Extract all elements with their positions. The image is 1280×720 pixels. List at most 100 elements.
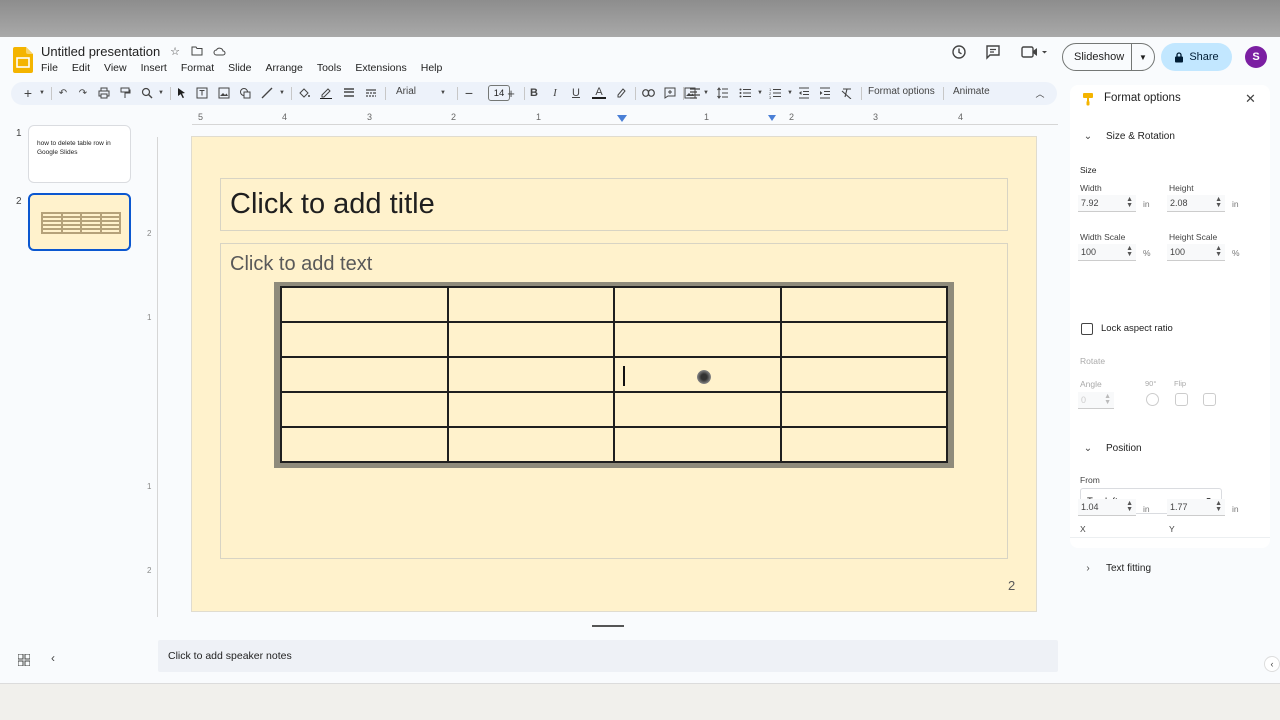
spin-arrows-icon[interactable]: ▲ ▼: [1215, 245, 1222, 258]
slide-thumbnail-1[interactable]: how to delete table row in Google Slides: [28, 125, 131, 183]
y-position-input[interactable]: 1.77 ▲ ▼: [1167, 499, 1225, 516]
table-cell[interactable]: [614, 322, 781, 357]
highlight-color-icon[interactable]: [614, 86, 628, 100]
table-selection-frame[interactable]: [274, 282, 954, 468]
table-cell[interactable]: [780, 322, 947, 357]
numbered-list-icon[interactable]: 123: [768, 86, 782, 100]
table-cell[interactable]: [780, 392, 947, 427]
speaker-notes[interactable]: Click to add speaker notes: [158, 640, 1058, 672]
right-margin-marker-icon[interactable]: [768, 115, 776, 121]
align-dropdown-icon[interactable]: ▼: [699, 86, 713, 100]
menu-extensions[interactable]: Extensions: [348, 61, 413, 75]
size-rotation-section-header[interactable]: ⌄ Size & Rotation: [1082, 131, 1175, 142]
table-cell-active[interactable]: [614, 357, 781, 392]
line-spacing-icon[interactable]: [716, 86, 730, 100]
line-dropdown-icon[interactable]: ▼: [275, 86, 289, 100]
insert-comment-icon[interactable]: [663, 86, 677, 100]
spin-arrows-icon[interactable]: ▲ ▼: [1126, 196, 1133, 209]
width-input[interactable]: 7.92 ▲ ▼: [1078, 195, 1136, 212]
menu-tools[interactable]: Tools: [310, 61, 349, 75]
table-cell[interactable]: [447, 322, 614, 357]
slide-thumbnail-2[interactable]: [28, 193, 131, 251]
collapse-toolbar-icon[interactable]: ︿: [1033, 86, 1047, 100]
border-color-icon[interactable]: [319, 86, 333, 100]
table-cell[interactable]: [447, 287, 614, 322]
new-slide-layout-dropdown-icon[interactable]: ▼: [35, 86, 49, 100]
grid-view-icon[interactable]: [18, 654, 30, 666]
border-weight-icon[interactable]: [342, 86, 356, 100]
star-icon[interactable]: ☆: [168, 44, 182, 58]
undo-icon[interactable]: ↶: [56, 86, 70, 100]
table-cell[interactable]: [614, 392, 781, 427]
rotate-icon[interactable]: [1146, 393, 1159, 406]
menu-help[interactable]: Help: [414, 61, 450, 75]
decrease-indent-icon[interactable]: [797, 86, 811, 100]
table-cell[interactable]: [447, 392, 614, 427]
table-cell[interactable]: [780, 287, 947, 322]
table-cell[interactable]: [281, 357, 448, 392]
table-cell[interactable]: [447, 357, 614, 392]
table-cell[interactable]: [281, 392, 448, 427]
paint-format-icon[interactable]: [118, 86, 132, 100]
animate-button[interactable]: Animate: [953, 86, 990, 97]
decrease-font-size-icon[interactable]: −: [462, 85, 476, 101]
select-cursor-icon[interactable]: [174, 86, 188, 100]
meet-call-icon[interactable]: [1020, 43, 1050, 61]
cloud-status-icon[interactable]: [212, 44, 226, 58]
border-dash-icon[interactable]: [364, 86, 378, 100]
increase-indent-icon[interactable]: [818, 86, 832, 100]
fill-color-icon[interactable]: [297, 86, 311, 100]
version-history-icon[interactable]: [950, 43, 968, 61]
menu-slide[interactable]: Slide: [221, 61, 258, 75]
shape-icon[interactable]: [238, 86, 252, 100]
document-title[interactable]: Untitled presentation: [41, 44, 160, 59]
slideshow-label[interactable]: Slideshow: [1063, 44, 1132, 70]
underline-icon[interactable]: U: [569, 86, 583, 100]
table-cell[interactable]: [614, 427, 781, 462]
insert-link-icon[interactable]: [641, 86, 655, 100]
table-cell[interactable]: [281, 322, 448, 357]
increase-font-size-icon[interactable]: +: [504, 86, 518, 101]
zoom-dropdown-icon[interactable]: ▼: [154, 86, 168, 100]
angle-input[interactable]: 0 ▲ ▼: [1078, 392, 1114, 409]
bold-icon[interactable]: B: [527, 86, 541, 100]
flip-horizontal-icon[interactable]: [1175, 393, 1188, 406]
flip-vertical-icon[interactable]: [1203, 393, 1216, 406]
font-family-select[interactable]: Arial: [396, 86, 416, 97]
vertical-ruler[interactable]: 2 1 1 2: [146, 137, 158, 617]
bulleted-list-dropdown-icon[interactable]: ▼: [753, 86, 767, 100]
redo-icon[interactable]: ↷: [76, 86, 90, 100]
slideshow-dropdown-icon[interactable]: ▼: [1132, 53, 1154, 62]
spin-arrows-icon[interactable]: ▲ ▼: [1104, 393, 1111, 406]
height-input[interactable]: 2.08 ▲ ▼: [1167, 195, 1225, 212]
comments-icon[interactable]: [984, 43, 1002, 61]
share-button[interactable]: Share: [1161, 43, 1232, 71]
table-cell[interactable]: [447, 427, 614, 462]
line-icon[interactable]: [260, 86, 274, 100]
table-cell[interactable]: [780, 427, 947, 462]
collapse-filmstrip-icon[interactable]: ‹: [51, 651, 55, 665]
menu-edit[interactable]: Edit: [65, 61, 97, 75]
position-section-header[interactable]: ⌄ Position: [1082, 443, 1142, 454]
bulleted-list-icon[interactable]: [738, 86, 752, 100]
slideshow-button[interactable]: Slideshow ▼: [1062, 43, 1155, 71]
width-scale-input[interactable]: 100 ▲ ▼: [1078, 244, 1136, 261]
hide-side-panel-icon[interactable]: ‹: [1264, 656, 1280, 672]
spin-arrows-icon[interactable]: ▲ ▼: [1126, 245, 1133, 258]
menu-format[interactable]: Format: [174, 61, 221, 75]
text-color-icon[interactable]: A: [592, 86, 606, 99]
numbered-list-dropdown-icon[interactable]: ▼: [783, 86, 797, 100]
spin-arrows-icon[interactable]: ▲ ▼: [1215, 500, 1222, 513]
title-placeholder[interactable]: Click to add title: [220, 178, 1008, 231]
close-icon[interactable]: ✕: [1245, 91, 1256, 107]
menu-file[interactable]: File: [34, 61, 65, 75]
menu-view[interactable]: View: [97, 61, 134, 75]
indent-marker-icon[interactable]: [617, 115, 627, 122]
notes-resize-handle[interactable]: [592, 625, 624, 627]
clear-formatting-icon[interactable]: [840, 86, 854, 100]
slide-canvas[interactable]: Click to add title Click to add text 2: [191, 136, 1037, 612]
table-cell[interactable]: [614, 287, 781, 322]
account-avatar[interactable]: S: [1245, 46, 1267, 68]
new-slide-icon[interactable]: +: [21, 85, 35, 101]
slides-logo-icon[interactable]: [13, 47, 33, 73]
